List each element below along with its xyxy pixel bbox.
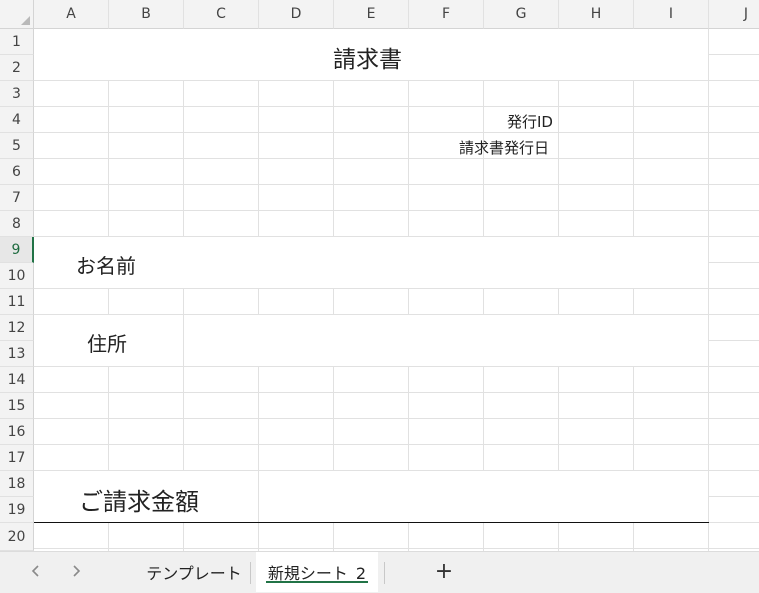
select-all-corner[interactable] [0,0,34,29]
row-header-2[interactable]: 2 [0,55,34,81]
spreadsheet-grid[interactable]: A B C D E F G H I J 1 2 3 4 5 6 7 8 9 10… [0,0,759,551]
sheet-tab-template[interactable]: テンプレート [140,552,248,592]
column-header-j[interactable]: J [709,0,759,29]
row-header-10[interactable]: 10 [0,263,34,289]
grid-line [708,29,709,551]
column-header-b[interactable]: B [109,0,184,29]
amount-underline [34,522,709,523]
row-header-19[interactable]: 19 [0,497,34,523]
row-header-14[interactable]: 14 [0,367,34,393]
grid-line [34,210,759,211]
row-header-13[interactable]: 13 [0,341,34,367]
merged-address-value-cell[interactable] [184,315,708,366]
merged-amount-value-cell[interactable] [259,471,708,522]
grid-line [34,548,759,549]
grid-line [34,288,759,289]
grid-line [34,444,759,445]
chevron-right-icon[interactable] [65,560,87,582]
column-header-i[interactable]: I [634,0,709,29]
grid-line [34,418,759,419]
grid-line [34,80,759,81]
grid-line [34,184,759,185]
sheet-tab-new-sheet-2[interactable]: 新規シート_2 [256,552,378,592]
sheet-tab-bar: テンプレート 新規シート_2 + [0,551,759,593]
name-label: お名前 [76,254,136,278]
grid-line [34,106,759,107]
issue-id-label: 発行ID [507,113,553,131]
tab-separator [250,562,251,584]
row-header-17[interactable]: 17 [0,445,34,471]
grid-line [34,392,759,393]
grid-line [34,366,759,367]
address-label: 住所 [87,332,127,356]
tab-separator [384,562,385,584]
row-header-8[interactable]: 8 [0,211,34,237]
column-header-g[interactable]: G [484,0,559,29]
column-header-c[interactable]: C [184,0,259,29]
row-header-3[interactable]: 3 [0,81,34,107]
row-header-9[interactable]: 9 [0,237,34,263]
row-header-1[interactable]: 1 [0,29,34,55]
row-header-11[interactable]: 11 [0,289,34,315]
add-sheet-button[interactable]: + [431,558,457,584]
row-header-4[interactable]: 4 [0,107,34,133]
amount-label: ご請求金額 [79,488,199,516]
column-header-f[interactable]: F [409,0,484,29]
row-header-6[interactable]: 6 [0,159,34,185]
chevron-left-icon[interactable] [25,560,47,582]
column-header-a[interactable]: A [34,0,109,29]
row-header-7[interactable]: 7 [0,185,34,211]
row-header-15[interactable]: 15 [0,393,34,419]
grid-line [34,158,759,159]
row-header-12[interactable]: 12 [0,315,34,341]
row-header-16[interactable]: 16 [0,419,34,445]
column-header-e[interactable]: E [334,0,409,29]
invoice-title: 請求書 [333,47,402,73]
column-header-h[interactable]: H [559,0,634,29]
issue-date-label: 請求書発行日 [459,139,550,157]
active-tab-underline [266,581,368,583]
row-header-18[interactable]: 18 [0,471,34,497]
row-header-20[interactable]: 20 [0,523,34,551]
row-header-5[interactable]: 5 [0,133,34,159]
grid-line [34,132,759,133]
column-header-d[interactable]: D [259,0,334,29]
